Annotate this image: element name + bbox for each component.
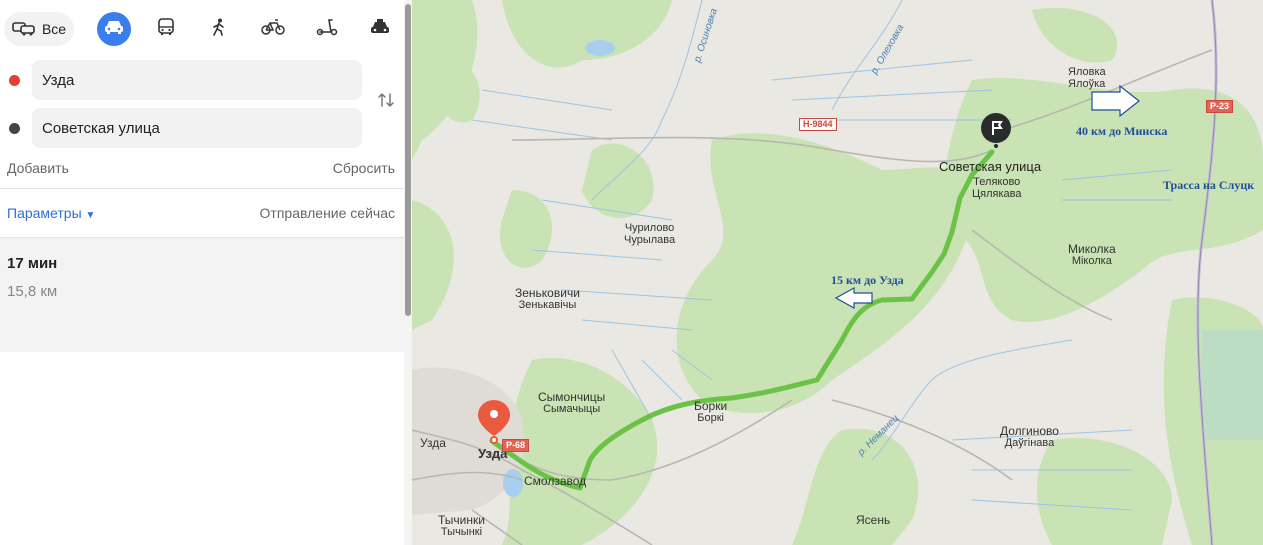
annotation-minsk: 40 км до Минска xyxy=(1076,124,1168,138)
road-shield: Р-68 xyxy=(502,439,530,452)
car-bus-icon xyxy=(12,19,36,40)
divider xyxy=(0,188,404,189)
place-label: Яловка Ялоўка xyxy=(1068,66,1106,90)
place-label: Теляково Цялякава xyxy=(972,176,1022,200)
place-label: Борки Боркі xyxy=(694,399,728,424)
transport-mode-bar: Все xyxy=(4,12,400,46)
params-label: Параметры xyxy=(7,205,82,221)
mode-walk-button[interactable] xyxy=(202,12,236,46)
actions-row: Добавить Сбросить xyxy=(7,160,395,176)
place-label: Зеньковичи Зенькавічы xyxy=(515,286,580,311)
mode-car-button[interactable] xyxy=(97,12,131,46)
destination-map-label: Советская улица xyxy=(939,159,1042,174)
mode-taxi-button[interactable] xyxy=(363,12,397,46)
place-label: Чурилово Чурылава xyxy=(624,222,676,246)
from-value: Узда xyxy=(42,71,75,89)
params-row: Параметры ▼ Отправление сейчас xyxy=(7,205,395,221)
place-label: Долгиново Даўгінава xyxy=(1000,424,1059,449)
road-shield: Р-23 xyxy=(1206,100,1234,113)
place-label: Смолзавод xyxy=(524,474,587,488)
route-panel: Все Узда Советская улица Добавить Сброси… xyxy=(0,0,404,545)
place-label: Ясень xyxy=(856,513,891,527)
chevron-down-icon: ▼ xyxy=(85,210,96,221)
bicycle-icon xyxy=(261,18,285,40)
scooter-icon xyxy=(316,18,338,41)
road-shield: Н-9844 xyxy=(799,118,837,131)
add-stop-link[interactable]: Добавить xyxy=(7,160,69,176)
annotation-uzda: 15 км до Узда xyxy=(831,273,904,287)
mode-all-button[interactable]: Все xyxy=(4,12,74,46)
route-duration: 17 мин xyxy=(7,255,58,272)
mode-all-label: Все xyxy=(41,21,67,37)
mode-scooter-button[interactable] xyxy=(310,12,344,46)
swap-route-icon[interactable] xyxy=(376,90,396,115)
end-point-marker xyxy=(9,123,20,134)
car-icon xyxy=(104,19,124,40)
annotation-slutsk: Трасса на Слуцк xyxy=(1163,178,1255,192)
bus-icon xyxy=(157,17,175,41)
place-label: Узда xyxy=(420,436,446,450)
params-dropdown[interactable]: Параметры ▼ xyxy=(7,205,95,221)
panel-scrollbar[interactable] xyxy=(404,0,412,545)
place-label: Сымончицы Сымачыцы xyxy=(538,390,606,415)
map-view[interactable]: Советская улица Теляково Цялякава Яловка Я… xyxy=(412,0,1263,545)
taxi-icon xyxy=(370,18,390,41)
reset-link[interactable]: Сбросить xyxy=(333,160,395,176)
from-input[interactable]: Узда xyxy=(32,60,362,100)
route-option-card[interactable]: 17 мин 15,8 км xyxy=(0,238,404,352)
scrollbar-thumb[interactable] xyxy=(405,4,411,316)
to-value: Советская улица xyxy=(42,119,160,137)
mode-bike-button[interactable] xyxy=(256,12,290,46)
start-point-marker xyxy=(9,75,20,86)
to-input[interactable]: Советская улица xyxy=(32,108,362,148)
pedestrian-icon xyxy=(211,18,227,41)
route-distance: 15,8 км xyxy=(7,283,58,300)
place-label: Тычинки Тычынкі xyxy=(438,513,485,538)
place-label: Миколка Міколка xyxy=(1068,242,1116,267)
mode-bus-button[interactable] xyxy=(149,12,183,46)
departure-time-button[interactable]: Отправление сейчас xyxy=(260,205,395,221)
